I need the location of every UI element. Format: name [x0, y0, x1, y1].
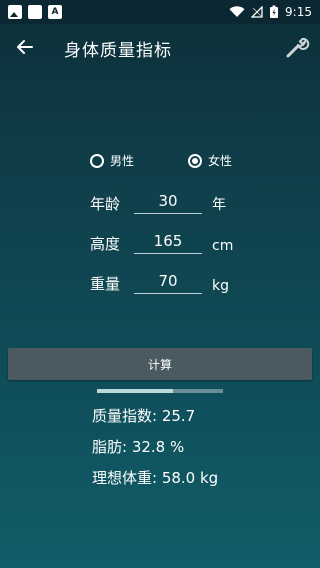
progress-fill	[97, 389, 173, 393]
app-bar: 身体质量指标	[0, 24, 320, 70]
calculate-button[interactable]: 计算	[8, 348, 312, 380]
radio-male[interactable]: 男性	[90, 152, 134, 169]
status-right: 9:15	[229, 5, 320, 19]
height-unit: cm	[212, 238, 234, 254]
radio-female-circle-icon	[188, 153, 202, 168]
height-row: 高度 cm	[90, 226, 233, 254]
weight-label: 重量	[90, 275, 121, 293]
age-unit: 年	[212, 197, 226, 213]
battery-icon	[270, 5, 279, 18]
radio-female-label: 女性	[208, 154, 233, 168]
image-icon	[8, 5, 22, 19]
wifi-icon	[229, 6, 245, 17]
age-label: 年龄	[90, 195, 121, 213]
age-row: 年龄 年	[90, 186, 226, 214]
square-icon	[28, 5, 42, 19]
radio-male-label: 男性	[110, 154, 135, 168]
wrench-icon[interactable]	[284, 34, 310, 60]
radio-female[interactable]: 女性	[188, 152, 232, 169]
letter-a-icon: A	[48, 5, 62, 19]
height-label: 高度	[90, 235, 121, 253]
radio-male-circle-icon	[90, 153, 104, 168]
progress-bar	[97, 389, 223, 393]
status-time: 9:15	[285, 5, 312, 19]
gender-selector: 男性 女性	[90, 152, 290, 172]
weight-unit: kg	[212, 278, 229, 294]
page-title: 身体质量指标	[64, 41, 172, 61]
status-bar: A 9:15	[0, 0, 320, 24]
bmi-result: 质量指数: 25.7	[92, 407, 196, 425]
fat-result: 脂肪: 32.8 %	[92, 438, 185, 456]
back-arrow-icon[interactable]	[14, 36, 36, 58]
status-left: A	[0, 5, 62, 19]
height-input[interactable]	[134, 231, 202, 254]
ideal-weight-result: 理想体重: 58.0 kg	[92, 469, 219, 487]
signal-icon	[251, 6, 263, 18]
weight-row: 重量 kg	[90, 266, 229, 294]
weight-input[interactable]	[134, 271, 202, 294]
age-input[interactable]	[134, 191, 202, 214]
